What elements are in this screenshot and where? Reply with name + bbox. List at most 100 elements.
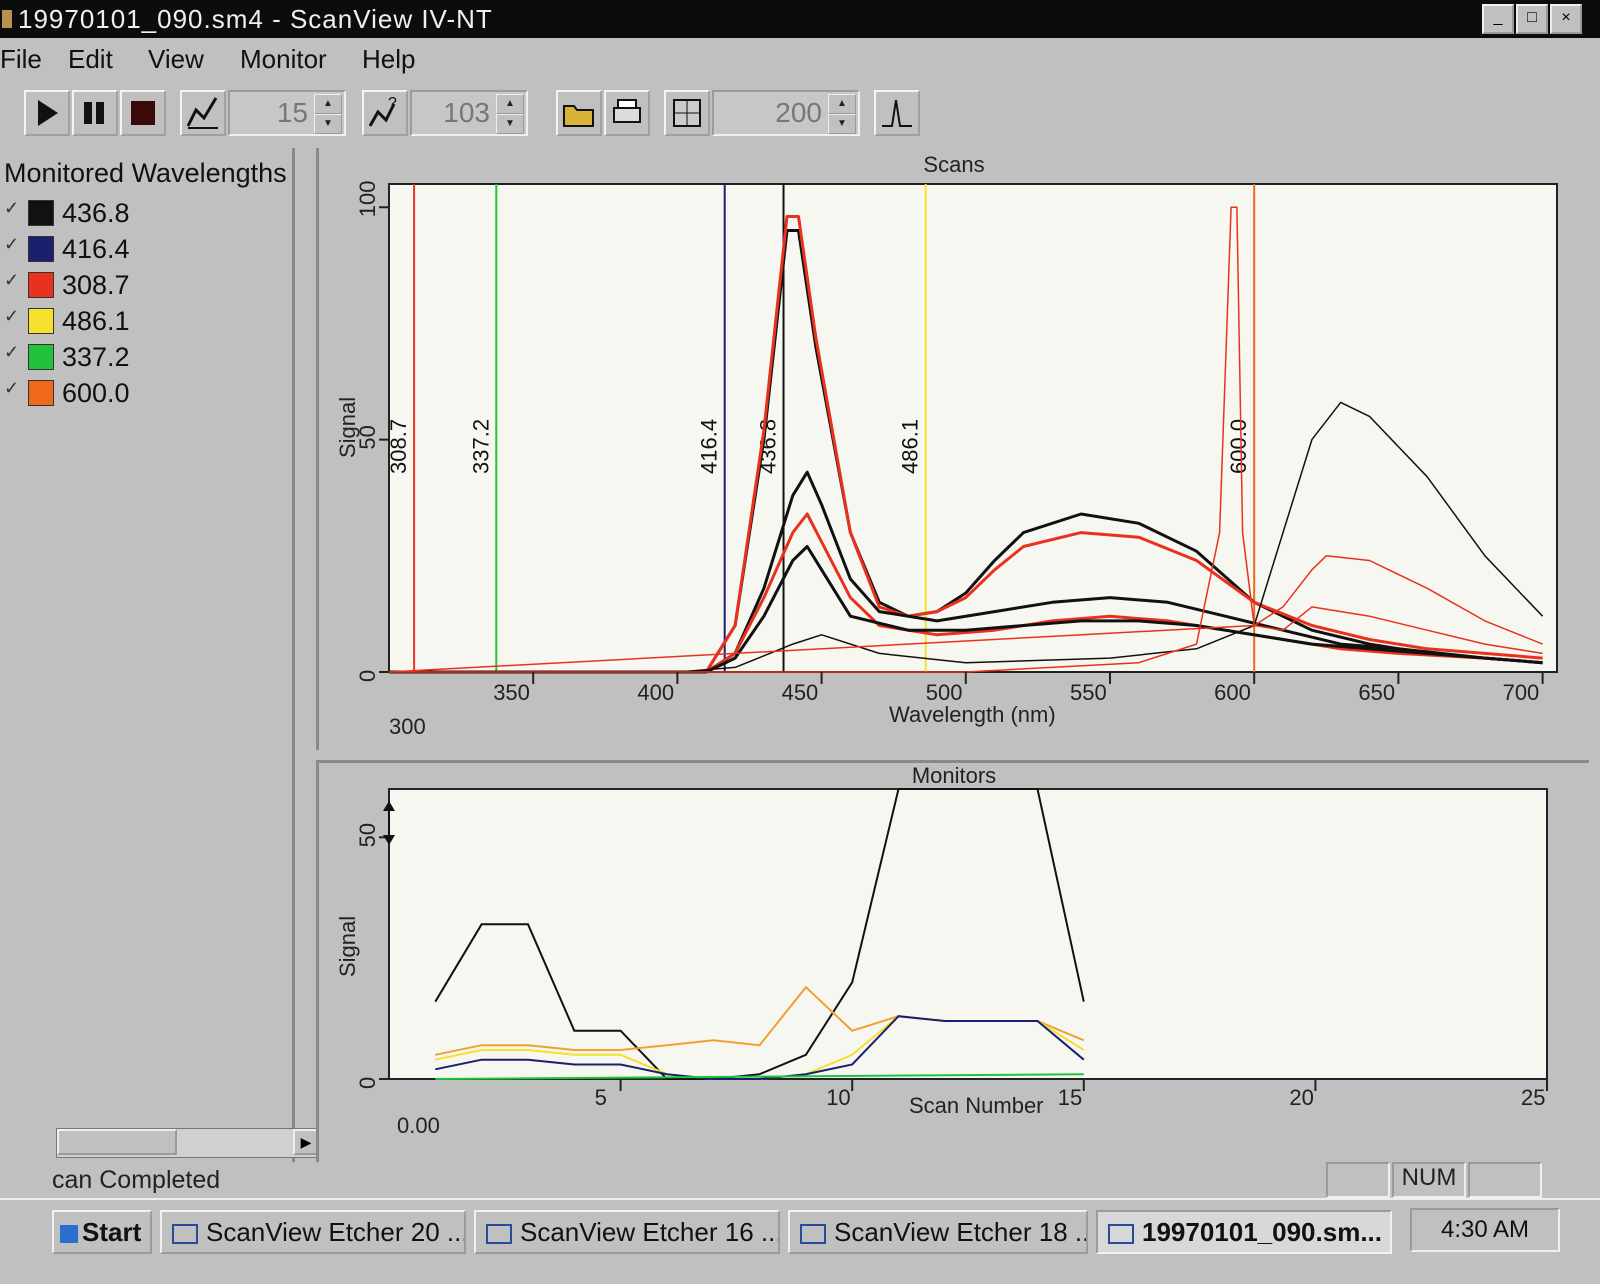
integration-value: 200: [775, 97, 822, 128]
task-label: ScanView Etcher 20 ...: [206, 1217, 466, 1247]
x-tick-label: 20: [1289, 1085, 1313, 1110]
scans-xlabel: Wavelength (nm): [889, 702, 1056, 727]
y-tick-label: 100: [355, 181, 380, 218]
monitors-xlabel: Scan Number: [909, 1093, 1044, 1118]
status-cell: [1468, 1162, 1542, 1198]
task-label: 19970101_090.sm...: [1142, 1217, 1382, 1247]
grid-settings-icon: [673, 99, 701, 127]
play-button[interactable]: [24, 90, 70, 136]
scan-number-value: 103: [443, 97, 490, 128]
peak-button[interactable]: [874, 90, 920, 136]
window-title: 19970101_090.sm4 - ScanView IV-NT: [18, 4, 493, 34]
stop-button[interactable]: [120, 90, 166, 136]
pause-button[interactable]: [72, 90, 118, 136]
open-button[interactable]: [556, 90, 602, 136]
close-button[interactable]: ×: [1550, 4, 1582, 34]
check-icon: ✓: [4, 306, 20, 326]
scans-plot-area: [388, 183, 1558, 673]
monitors-x-start-label: 0.00: [397, 1113, 440, 1138]
check-icon: ✓: [4, 270, 20, 290]
y-tick-label: 50: [355, 823, 380, 847]
x-tick-label: 700: [1503, 680, 1540, 705]
chart-app-icon: [486, 1224, 512, 1245]
wavelength-marker-label: 416.4: [697, 419, 722, 474]
toolbar: 15 ▲ ▼ ? 103 ▲ ▼ 200 ▲ ▼: [0, 82, 1600, 146]
monitored-wavelengths-panel: Monitored Wavelengths ✓ 436.8 ✓ 416.4 ✓ 308…: [0, 148, 295, 1178]
check-icon: ✓: [4, 342, 20, 362]
wavelength-label: 436.8: [62, 198, 130, 228]
x-tick-label: 450: [782, 680, 819, 705]
scans-chart[interactable]: 308.7 337.2 416.4 436.8 486.1 600.0 350 400 450…: [319, 148, 1589, 750]
chart-query-icon: ?: [368, 95, 397, 127]
check-icon: ✓: [4, 378, 20, 398]
scan-query-button[interactable]: ?: [362, 90, 408, 136]
menu-view[interactable]: View: [148, 44, 204, 75]
scans-x-start-label: 300: [389, 714, 426, 739]
x-tick-label: 400: [637, 680, 674, 705]
spin-up-icon[interactable]: ▲: [314, 94, 342, 114]
taskbar-item[interactable]: ScanView Etcher 16 ...: [474, 1210, 780, 1254]
color-swatch: [28, 272, 54, 298]
x-tick-label: 550: [1070, 680, 1107, 705]
wavelength-label: 416.4: [62, 234, 130, 264]
spinner-arrows[interactable]: ▲ ▼: [496, 94, 524, 134]
scan-number-spinner[interactable]: 103 ▲ ▼: [410, 90, 528, 136]
wavelength-label: 337.2: [62, 342, 130, 372]
color-swatch: [28, 344, 54, 370]
maximize-button[interactable]: □: [1516, 4, 1548, 34]
wavelength-label: 308.7: [62, 270, 130, 300]
menu-monitor[interactable]: Monitor: [240, 44, 327, 75]
horizontal-scrollbar[interactable]: ▶: [56, 1128, 320, 1158]
printer-icon: [613, 99, 641, 123]
taskbar-item[interactable]: ScanView Etcher 18 ...: [788, 1210, 1088, 1254]
integration-spinner[interactable]: 200 ▲ ▼: [712, 90, 860, 136]
x-tick-label: 650: [1358, 680, 1395, 705]
spin-up-icon[interactable]: ▲: [828, 94, 856, 114]
spin-down-icon[interactable]: ▼: [828, 114, 856, 134]
menu-edit[interactable]: Edit: [68, 44, 113, 75]
chart-app-icon: [172, 1224, 198, 1245]
y-tick-label: 0: [355, 1077, 380, 1089]
wavelength-marker-label: 486.1: [898, 419, 923, 474]
app-icon: [2, 10, 12, 28]
pause-icon: [84, 102, 104, 124]
x-tick-label: 25: [1521, 1085, 1545, 1110]
svg-text:?: ?: [388, 95, 397, 112]
window-titlebar[interactable]: 19970101_090.sm4 - ScanView IV-NT _ □ ×: [0, 0, 1600, 38]
wavelength-label: 486.1: [62, 306, 130, 336]
color-swatch: [28, 308, 54, 334]
scan-setting-button[interactable]: [180, 90, 226, 136]
wavelength-label: 600.0: [62, 378, 130, 408]
color-swatch: [28, 236, 54, 262]
task-label: ScanView Etcher 16 ...: [520, 1217, 780, 1247]
peak-icon: [882, 99, 912, 127]
panel-title: Monitored Wavelengths: [4, 158, 287, 188]
spin-down-icon[interactable]: ▼: [496, 114, 524, 134]
menu-help[interactable]: Help: [362, 44, 415, 75]
status-text: can Completed: [52, 1166, 221, 1194]
system-clock: 4:30 AM: [1410, 1208, 1560, 1252]
spin-down-icon[interactable]: ▼: [314, 114, 342, 134]
print-button[interactable]: [604, 90, 650, 136]
num-lock-indicator: NUM: [1392, 1162, 1466, 1198]
check-icon: ✓: [4, 234, 20, 254]
minimize-button[interactable]: _: [1482, 4, 1514, 34]
monitors-ylabel: Signal: [335, 916, 360, 977]
settings-button[interactable]: [664, 90, 710, 136]
scans-ylabel: Signal: [335, 397, 360, 458]
scan-count-spinner[interactable]: 15 ▲ ▼: [228, 90, 346, 136]
menu-file[interactable]: File: [0, 44, 42, 75]
windows-logo-icon: [60, 1225, 78, 1244]
status-cell: [1326, 1162, 1390, 1198]
x-tick-label: 15: [1058, 1085, 1082, 1110]
taskbar-item-active[interactable]: 19970101_090.sm...: [1096, 1210, 1392, 1254]
chart-person-icon: [186, 97, 218, 129]
spinner-arrows[interactable]: ▲ ▼: [314, 94, 342, 134]
monitors-chart[interactable]: 5 10 15 20 25 0 50 Signal Scan Number 0.00: [319, 763, 1589, 1163]
wavelength-marker-label: 600.0: [1226, 419, 1251, 474]
scroll-thumb[interactable]: [57, 1129, 177, 1155]
spin-up-icon[interactable]: ▲: [496, 94, 524, 114]
taskbar-item[interactable]: ScanView Etcher 20 ...: [160, 1210, 466, 1254]
spinner-arrows[interactable]: ▲ ▼: [828, 94, 856, 134]
start-button[interactable]: Start: [52, 1210, 152, 1254]
